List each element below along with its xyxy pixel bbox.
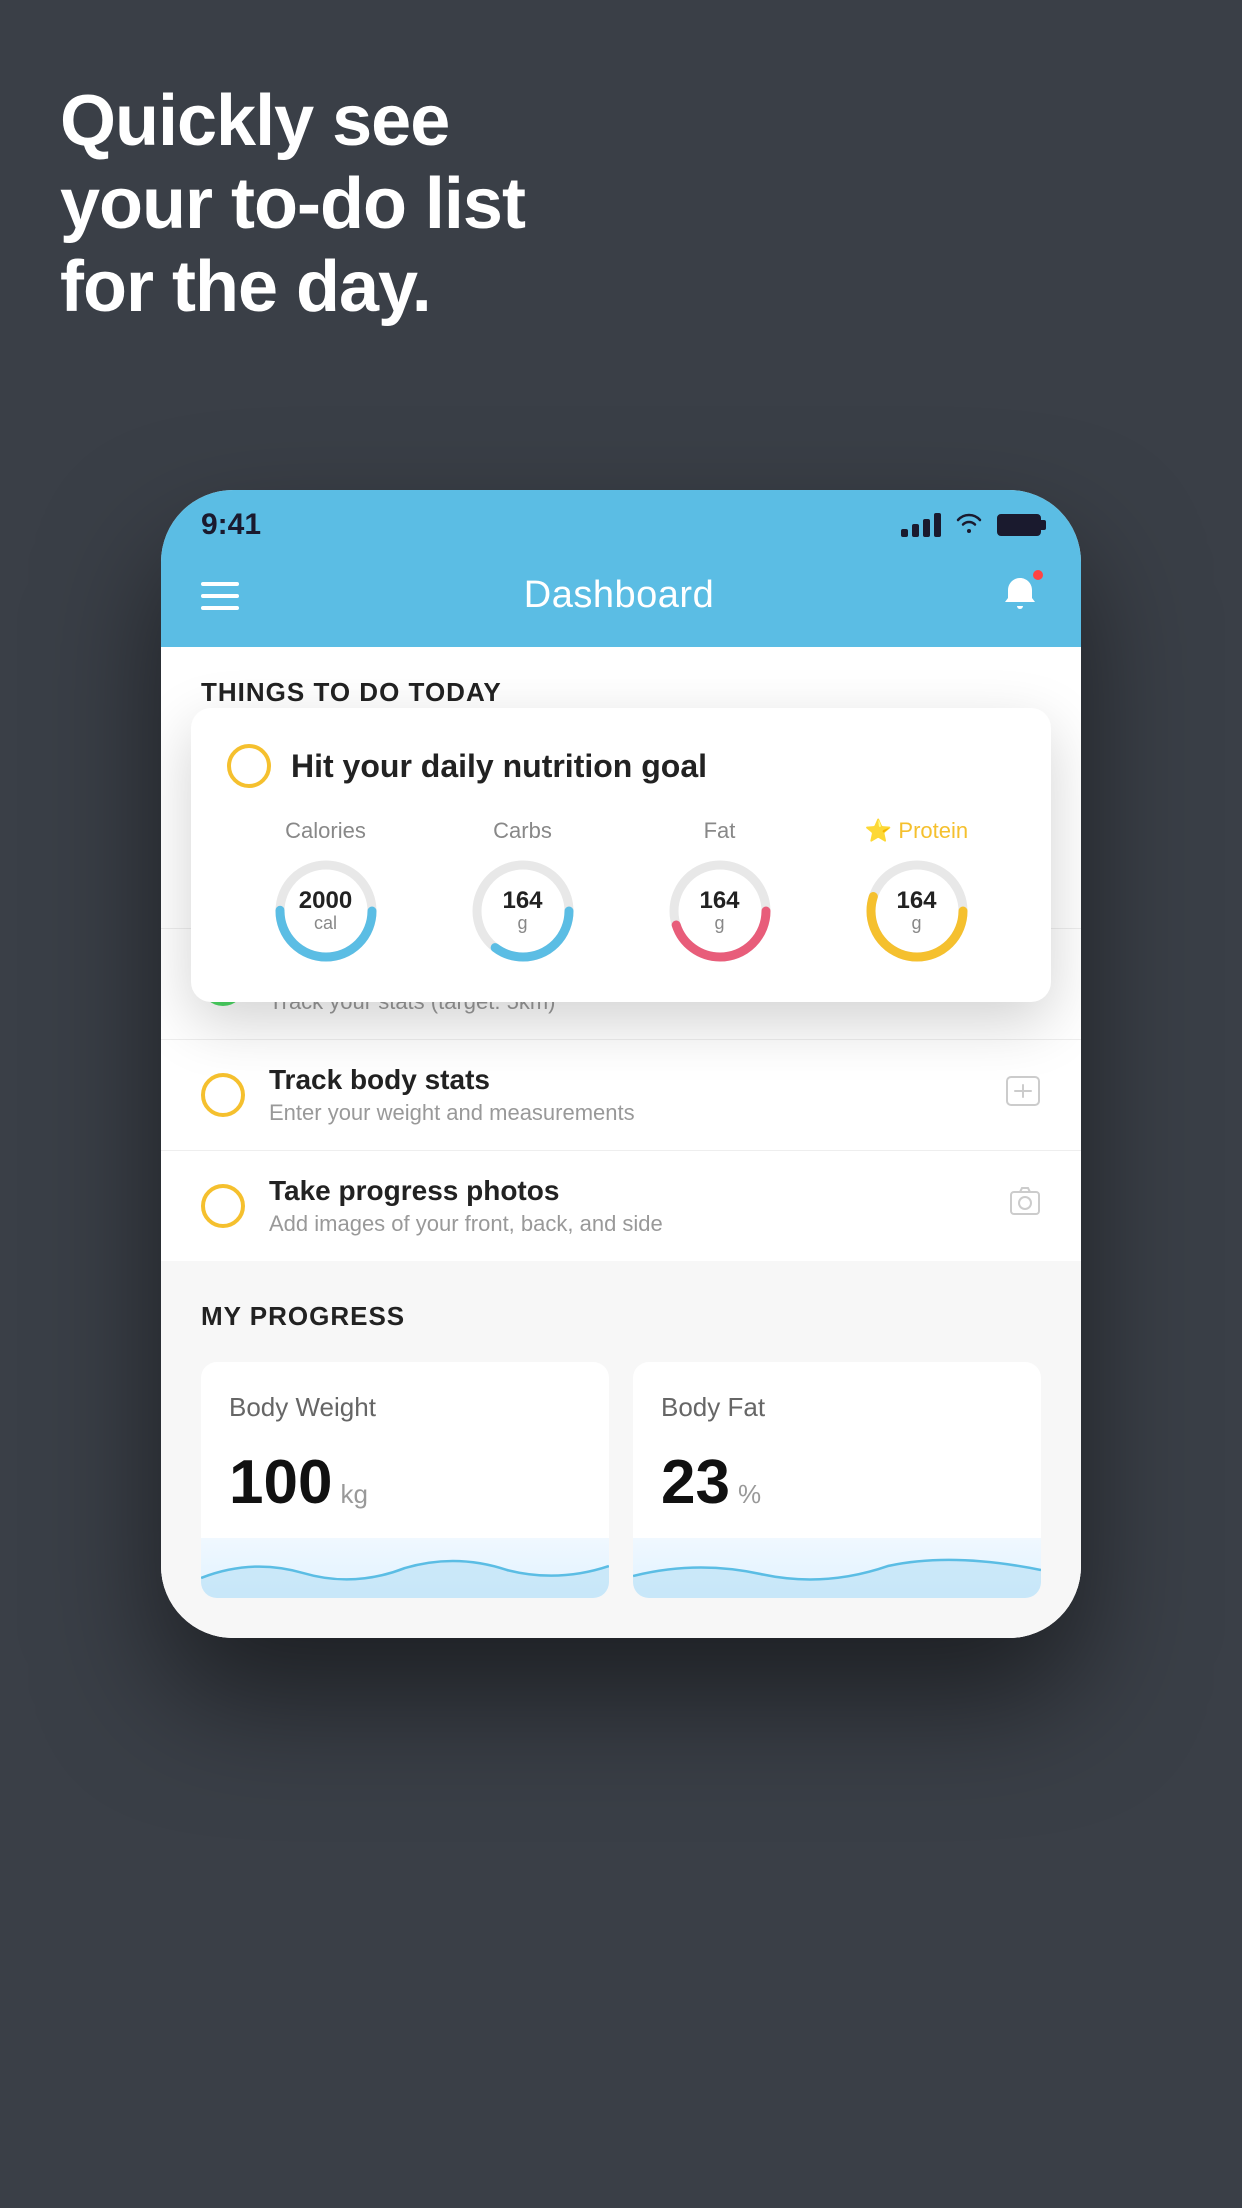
hero-line2: your to-do list — [60, 163, 525, 246]
nutrition-card: Hit your daily nutrition goal Calories — [191, 708, 1051, 1002]
body-weight-value-row: 100 kg — [229, 1447, 581, 1518]
body-weight-card-title: Body Weight — [229, 1392, 581, 1423]
body-stats-check-circle[interactable] — [201, 1073, 245, 1117]
photos-text: Take progress photos Add images of your … — [269, 1175, 985, 1237]
todo-item-body-stats[interactable]: Track body stats Enter your weight and m… — [161, 1039, 1081, 1150]
progress-header: MY PROGRESS — [201, 1301, 1041, 1332]
body-stats-title: Track body stats — [269, 1064, 981, 1096]
nutrition-protein: ⭐ Protein 164 g — [862, 818, 972, 966]
progress-cards: Body Weight 100 kg — [201, 1362, 1041, 1598]
protein-value: 164 g — [896, 888, 936, 934]
protein-donut: 164 g — [862, 856, 972, 966]
body-stats-subtitle: Enter your weight and measurements — [269, 1100, 981, 1126]
body-weight-card: Body Weight 100 kg — [201, 1362, 609, 1598]
hero-line3: for the day. — [60, 246, 525, 329]
body-fat-card: Body Fat 23 % — [633, 1362, 1041, 1598]
app-header: Dashboard — [161, 552, 1081, 647]
nutrition-card-header: Hit your daily nutrition goal — [227, 744, 1015, 788]
phone-wrapper: 9:41 — [161, 490, 1081, 1638]
nutrition-carbs: Carbs 164 g — [468, 818, 578, 966]
hamburger-line — [201, 606, 239, 610]
battery-icon — [997, 514, 1041, 536]
bottom-spacer — [161, 1598, 1081, 1638]
hero-line1: Quickly see — [60, 80, 525, 163]
nutrition-row: Calories 2000 cal — [227, 818, 1015, 966]
things-header-label: THINGS TO DO TODAY — [201, 677, 502, 707]
phone-frame: 9:41 — [161, 490, 1081, 1638]
hamburger-line — [201, 594, 239, 598]
wifi-icon — [955, 511, 983, 540]
status-icons — [901, 511, 1041, 540]
body-fat-card-title: Body Fat — [661, 1392, 1013, 1423]
body-stats-text: Track body stats Enter your weight and m… — [269, 1064, 981, 1126]
nutrition-check-circle[interactable] — [227, 744, 271, 788]
todo-section: Hit your daily nutrition goal Calories — [161, 728, 1081, 1261]
todo-item-photos[interactable]: Take progress photos Add images of your … — [161, 1150, 1081, 1261]
calories-label: Calories — [285, 818, 366, 844]
nutrition-calories: Calories 2000 cal — [271, 818, 381, 966]
calories-value: 2000 cal — [299, 888, 352, 934]
notifications-button[interactable] — [999, 572, 1041, 619]
nutrition-card-title: Hit your daily nutrition goal — [291, 748, 707, 785]
signal-icon — [901, 513, 941, 537]
carbs-donut: 164 g — [468, 856, 578, 966]
hamburger-line — [201, 582, 239, 586]
fat-label: Fat — [704, 818, 736, 844]
fat-donut: 164 g — [665, 856, 775, 966]
body-weight-unit: kg — [340, 1479, 367, 1510]
scale-icon — [1005, 1075, 1041, 1115]
body-fat-value: 23 — [661, 1447, 730, 1518]
nutrition-fat: Fat 164 g — [665, 818, 775, 966]
photo-icon — [1009, 1186, 1041, 1226]
carbs-value: 164 g — [502, 888, 542, 934]
menu-button[interactable] — [201, 582, 239, 610]
carbs-label: Carbs — [493, 818, 552, 844]
photos-subtitle: Add images of your front, back, and side — [269, 1211, 985, 1237]
calories-donut: 2000 cal — [271, 856, 381, 966]
body-fat-chart — [633, 1538, 1041, 1598]
protein-label: ⭐ Protein — [865, 818, 968, 844]
body-fat-value-row: 23 % — [661, 1447, 1013, 1518]
photos-title: Take progress photos — [269, 1175, 985, 1207]
photos-check-circle[interactable] — [201, 1184, 245, 1228]
header-title: Dashboard — [524, 574, 714, 617]
status-time: 9:41 — [201, 508, 261, 542]
progress-section: MY PROGRESS Body Weight 100 kg — [161, 1261, 1081, 1598]
body-weight-chart — [201, 1538, 609, 1598]
fat-value: 164 g — [699, 888, 739, 934]
hero-text: Quickly see your to-do list for the day. — [60, 80, 525, 328]
content-area: THINGS TO DO TODAY Hit your daily nutrit… — [161, 647, 1081, 1638]
body-fat-unit: % — [738, 1479, 761, 1510]
status-bar: 9:41 — [161, 490, 1081, 552]
body-weight-value: 100 — [229, 1447, 332, 1518]
notification-dot — [1031, 568, 1045, 582]
